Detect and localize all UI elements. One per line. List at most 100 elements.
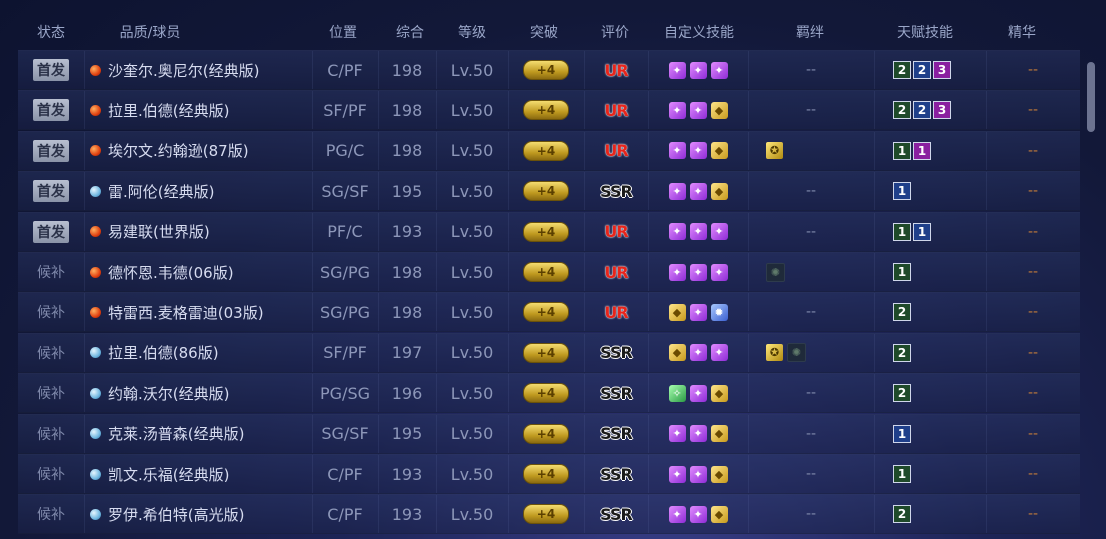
player-name[interactable]: 凯文.乐福(经典版): [108, 464, 229, 485]
skill-icon[interactable]: ✦: [689, 303, 707, 321]
table-row[interactable]: 候补 罗伊.希伯特(高光版) C/PF 193 Lv.50 +4 SSR ✦ ✦ ◆ -- 2 --: [18, 494, 1080, 535]
skill-icon[interactable]: ◆: [710, 384, 728, 402]
skill-icon[interactable]: ✦: [668, 263, 686, 281]
table-row[interactable]: 候补 约翰.沃尔(经典版) PG/SG 196 Lv.50 +4 SSR ✧ ✦ ◆ -- 2 --: [18, 373, 1080, 414]
talent-level-badge[interactable]: 2: [893, 101, 911, 120]
scrollbar[interactable]: [1087, 62, 1095, 132]
player-name[interactable]: 拉里.伯德(经典版): [108, 100, 229, 121]
skill-icon[interactable]: ✦: [689, 384, 707, 402]
level: Lv.50: [450, 302, 494, 322]
skill-icon[interactable]: ✦: [689, 505, 707, 523]
talent-level-badge[interactable]: 1: [893, 424, 911, 443]
skill-icon[interactable]: ✦: [689, 263, 707, 281]
bond-icon[interactable]: ✪: [766, 344, 783, 362]
status-badge: 首发: [33, 180, 69, 203]
skill-icon[interactable]: ✦: [710, 344, 728, 362]
bond-cell: --: [748, 91, 874, 129]
player-name[interactable]: 罗伊.希伯特(高光版): [108, 504, 244, 525]
skill-icon[interactable]: ✧: [668, 384, 686, 402]
table-row[interactable]: 候补 拉里.伯德(86版) SF/PF 197 Lv.50 +4 SSR ◆ ✦ ✦ ✪ ✺ 2 --: [18, 332, 1080, 373]
skill-icon[interactable]: ✦: [668, 425, 686, 443]
position: C/PF: [327, 464, 363, 484]
table-row[interactable]: 首发 拉里.伯德(经典版) SF/PF 198 Lv.50 +4 UR ✦ ✦ ◆ -- 2 2 3 --: [18, 90, 1080, 131]
bond-cell: --: [748, 51, 874, 89]
rating-badge: SSR: [600, 383, 633, 403]
custom-skills-cell: ✦ ✦ ◆: [648, 455, 748, 493]
essence-cell: --: [986, 51, 1080, 89]
breakthrough-badge: +4: [523, 60, 569, 80]
table-row[interactable]: 首发 易建联(世界版) PF/C 193 Lv.50 +4 UR ✦ ✦ ✦ -- 1 1 --: [18, 211, 1080, 252]
player-name[interactable]: 拉里.伯德(86版): [108, 342, 219, 363]
player-name[interactable]: 埃尔文.约翰逊(87版): [108, 140, 249, 161]
talent-level-badge[interactable]: 1: [893, 465, 911, 483]
talent-level-badge[interactable]: 3: [933, 61, 951, 79]
skill-icon[interactable]: ✦: [668, 142, 686, 160]
table-row[interactable]: 候补 克莱.汤普森(经典版) SG/SF 195 Lv.50 +4 SSR ✦ ✦ ◆ -- 1 --: [18, 413, 1080, 454]
player-name[interactable]: 特雷西.麦格雷迪(03版): [108, 302, 264, 323]
skill-icon[interactable]: ✦: [710, 263, 728, 281]
skill-icon[interactable]: ◆: [668, 303, 686, 321]
talent-level-badge[interactable]: 2: [893, 343, 911, 362]
table-row[interactable]: 首发 沙奎尔.奥尼尔(经典版) C/PF 198 Lv.50 +4 UR ✦ ✦ ✦ -- 2 2 3 --: [18, 50, 1080, 90]
talent-level-badge[interactable]: 1: [913, 141, 931, 160]
bond-empty: --: [805, 304, 817, 321]
skill-icon[interactable]: ✦: [689, 425, 707, 443]
player-name[interactable]: 雷.阿伦(经典版): [108, 181, 214, 202]
skill-icon[interactable]: ◆: [710, 425, 728, 443]
table-row[interactable]: 候补 凯文.乐福(经典版) C/PF 193 Lv.50 +4 SSR ✦ ✦ ◆ -- 1 --: [18, 454, 1080, 494]
skill-icon[interactable]: ✦: [689, 465, 707, 483]
skill-icon[interactable]: ◆: [710, 505, 728, 523]
skill-icon[interactable]: ◆: [710, 182, 728, 200]
bond-cell: ✺: [748, 253, 874, 291]
skill-icon[interactable]: ✦: [710, 223, 728, 241]
talent-level-badge[interactable]: 2: [913, 61, 931, 79]
skill-icon[interactable]: ✦: [668, 61, 686, 79]
bond-icon[interactable]: ✪: [766, 142, 783, 160]
talent-level-badge[interactable]: 2: [893, 384, 911, 403]
skill-icon[interactable]: ✦: [668, 182, 686, 200]
skill-icon[interactable]: ◆: [668, 344, 686, 362]
talent-level-badge[interactable]: 2: [893, 61, 911, 79]
table-row[interactable]: 候补 特雷西.麦格雷迪(03版) SG/PG 198 Lv.50 +4 UR ◆ ✦ ✹ -- 2 --: [18, 292, 1080, 333]
bond-icon[interactable]: ✺: [787, 343, 806, 363]
skill-icon[interactable]: ◆: [710, 142, 728, 160]
skill-icon[interactable]: ✦: [689, 61, 707, 79]
skill-icon[interactable]: ◆: [710, 101, 728, 119]
talent-level-badge[interactable]: 1: [893, 263, 911, 281]
essence-empty: --: [1027, 466, 1039, 482]
skill-icon[interactable]: ✦: [689, 101, 707, 119]
player-name[interactable]: 德怀恩.韦德(06版): [108, 262, 234, 283]
skill-icon[interactable]: ✦: [668, 101, 686, 119]
table-row[interactable]: 候补 德怀恩.韦德(06版) SG/PG 198 Lv.50 +4 UR ✦ ✦ ✦ ✺ 1 --: [18, 252, 1080, 292]
table-row[interactable]: 首发 埃尔文.约翰逊(87版) PG/C 198 Lv.50 +4 UR ✦ ✦ ◆ ✪ 1 1 --: [18, 130, 1080, 171]
player-name[interactable]: 克莱.汤普森(经典版): [108, 423, 244, 444]
essence-empty: --: [1027, 425, 1039, 442]
breakthrough-cell: +4: [508, 172, 584, 210]
breakthrough-badge: +4: [523, 262, 569, 282]
talent-cell: 2: [874, 374, 986, 412]
skill-icon[interactable]: ✦: [668, 223, 686, 241]
table-row[interactable]: 首发 雷.阿伦(经典版) SG/SF 195 Lv.50 +4 SSR ✦ ✦ ◆ -- 1 --: [18, 171, 1080, 212]
skill-icon[interactable]: ◆: [710, 465, 728, 483]
bond-icon[interactable]: ✺: [766, 262, 785, 282]
player-name[interactable]: 约翰.沃尔(经典版): [108, 383, 229, 404]
talent-level-badge[interactable]: 1: [893, 182, 911, 201]
player-name[interactable]: 易建联(世界版): [108, 221, 210, 242]
skill-icon[interactable]: ✦: [668, 465, 686, 483]
talent-level-badge[interactable]: 1: [913, 222, 931, 241]
talent-level-badge[interactable]: 1: [893, 222, 911, 241]
custom-skills-cell: ✦ ✦ ◆: [648, 495, 748, 533]
skill-icon[interactable]: ✦: [710, 61, 728, 79]
skill-icon[interactable]: ✦: [689, 182, 707, 200]
player-name[interactable]: 沙奎尔.奥尼尔(经典版): [108, 60, 259, 81]
talent-level-badge[interactable]: 2: [893, 505, 911, 524]
talent-level-badge[interactable]: 2: [893, 303, 911, 322]
skill-icon[interactable]: ✦: [689, 223, 707, 241]
talent-level-badge[interactable]: 3: [933, 101, 951, 120]
skill-icon[interactable]: ✦: [689, 344, 707, 362]
skill-icon[interactable]: ✦: [668, 505, 686, 523]
talent-level-badge[interactable]: 2: [913, 101, 931, 120]
talent-level-badge[interactable]: 1: [893, 141, 911, 160]
skill-icon[interactable]: ✦: [689, 142, 707, 160]
skill-icon[interactable]: ✹: [710, 303, 728, 321]
